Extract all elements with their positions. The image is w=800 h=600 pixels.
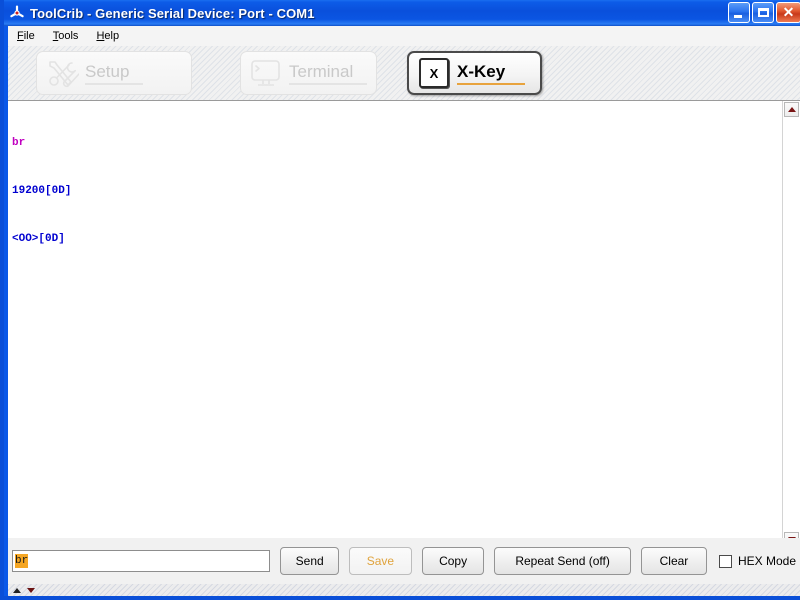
terminal-line: br	[12, 137, 26, 149]
window-title: ToolCrib - Generic Serial Device: Port -…	[30, 5, 315, 21]
terminal-line: <OO>[0D]	[12, 233, 65, 245]
monitor-icon	[249, 58, 283, 88]
terminal-line: 19200[0D]	[12, 185, 72, 197]
keycap-x-icon: X	[417, 58, 451, 88]
keycap-x-letter: X	[419, 58, 449, 88]
send-button[interactable]: Send	[280, 547, 339, 575]
copy-button[interactable]: Copy	[421, 547, 485, 575]
status-strip	[8, 584, 800, 596]
hammer-wrench-icon	[45, 58, 79, 88]
history-down-icon[interactable]	[27, 587, 35, 593]
maximize-icon	[757, 8, 769, 17]
client-area: File Tools Help Setup Terminal X X-Key b…	[8, 26, 800, 596]
menu-item-help[interactable]: Help	[87, 28, 128, 44]
title-bar[interactable]: ToolCrib - Generic Serial Device: Port -…	[4, 0, 800, 26]
hex-mode-control[interactable]: HEX Mode	[718, 554, 797, 568]
toolbar-button-setup-label: Setup	[85, 62, 144, 85]
menu-bar: File Tools Help	[8, 26, 800, 47]
toolbar-button-terminal-label: Terminal	[289, 62, 368, 85]
save-button[interactable]: Save	[348, 547, 412, 575]
minimize-icon	[734, 15, 742, 18]
terminal-vertical-scrollbar[interactable]	[782, 101, 800, 548]
toolbar-button-xkey-label: X-Key	[457, 62, 526, 85]
command-bar: br Send Save Copy Repeat Send (off) Clea…	[8, 538, 800, 584]
menu-item-file[interactable]: File	[8, 28, 44, 44]
close-icon: ✕	[782, 4, 795, 20]
menu-item-tools[interactable]: Tools	[44, 28, 88, 44]
clear-button[interactable]: Clear	[640, 547, 707, 575]
history-up-icon[interactable]	[13, 587, 21, 593]
repeat-send-button[interactable]: Repeat Send (off)	[494, 547, 631, 575]
minimize-button[interactable]	[728, 2, 750, 23]
toolbar-button-setup[interactable]: Setup	[36, 51, 192, 95]
maximize-button[interactable]	[752, 2, 774, 23]
scroll-up-button[interactable]	[784, 102, 799, 117]
terminal-text: br 19200[0D] <OO>[0D]	[12, 103, 772, 279]
close-button[interactable]: ✕	[776, 2, 800, 23]
application-window: ToolCrib - Generic Serial Device: Port -…	[0, 0, 800, 600]
scroll-up-icon	[787, 107, 796, 112]
hex-mode-checkbox[interactable]	[718, 554, 732, 568]
terminal-output-panel[interactable]: br 19200[0D] <OO>[0D]	[8, 100, 800, 548]
toolbar-button-terminal[interactable]: Terminal	[240, 51, 377, 95]
command-input[interactable]: br	[12, 550, 271, 572]
window-controls: ✕	[728, 2, 800, 23]
toolbar-button-xkey[interactable]: X X-Key	[407, 51, 542, 95]
toolcrib-icon	[9, 5, 25, 21]
hex-mode-label: HEX Mode	[737, 554, 797, 568]
command-input-value: br	[15, 554, 29, 568]
mode-toolbar: Setup Terminal X X-Key	[8, 46, 800, 101]
